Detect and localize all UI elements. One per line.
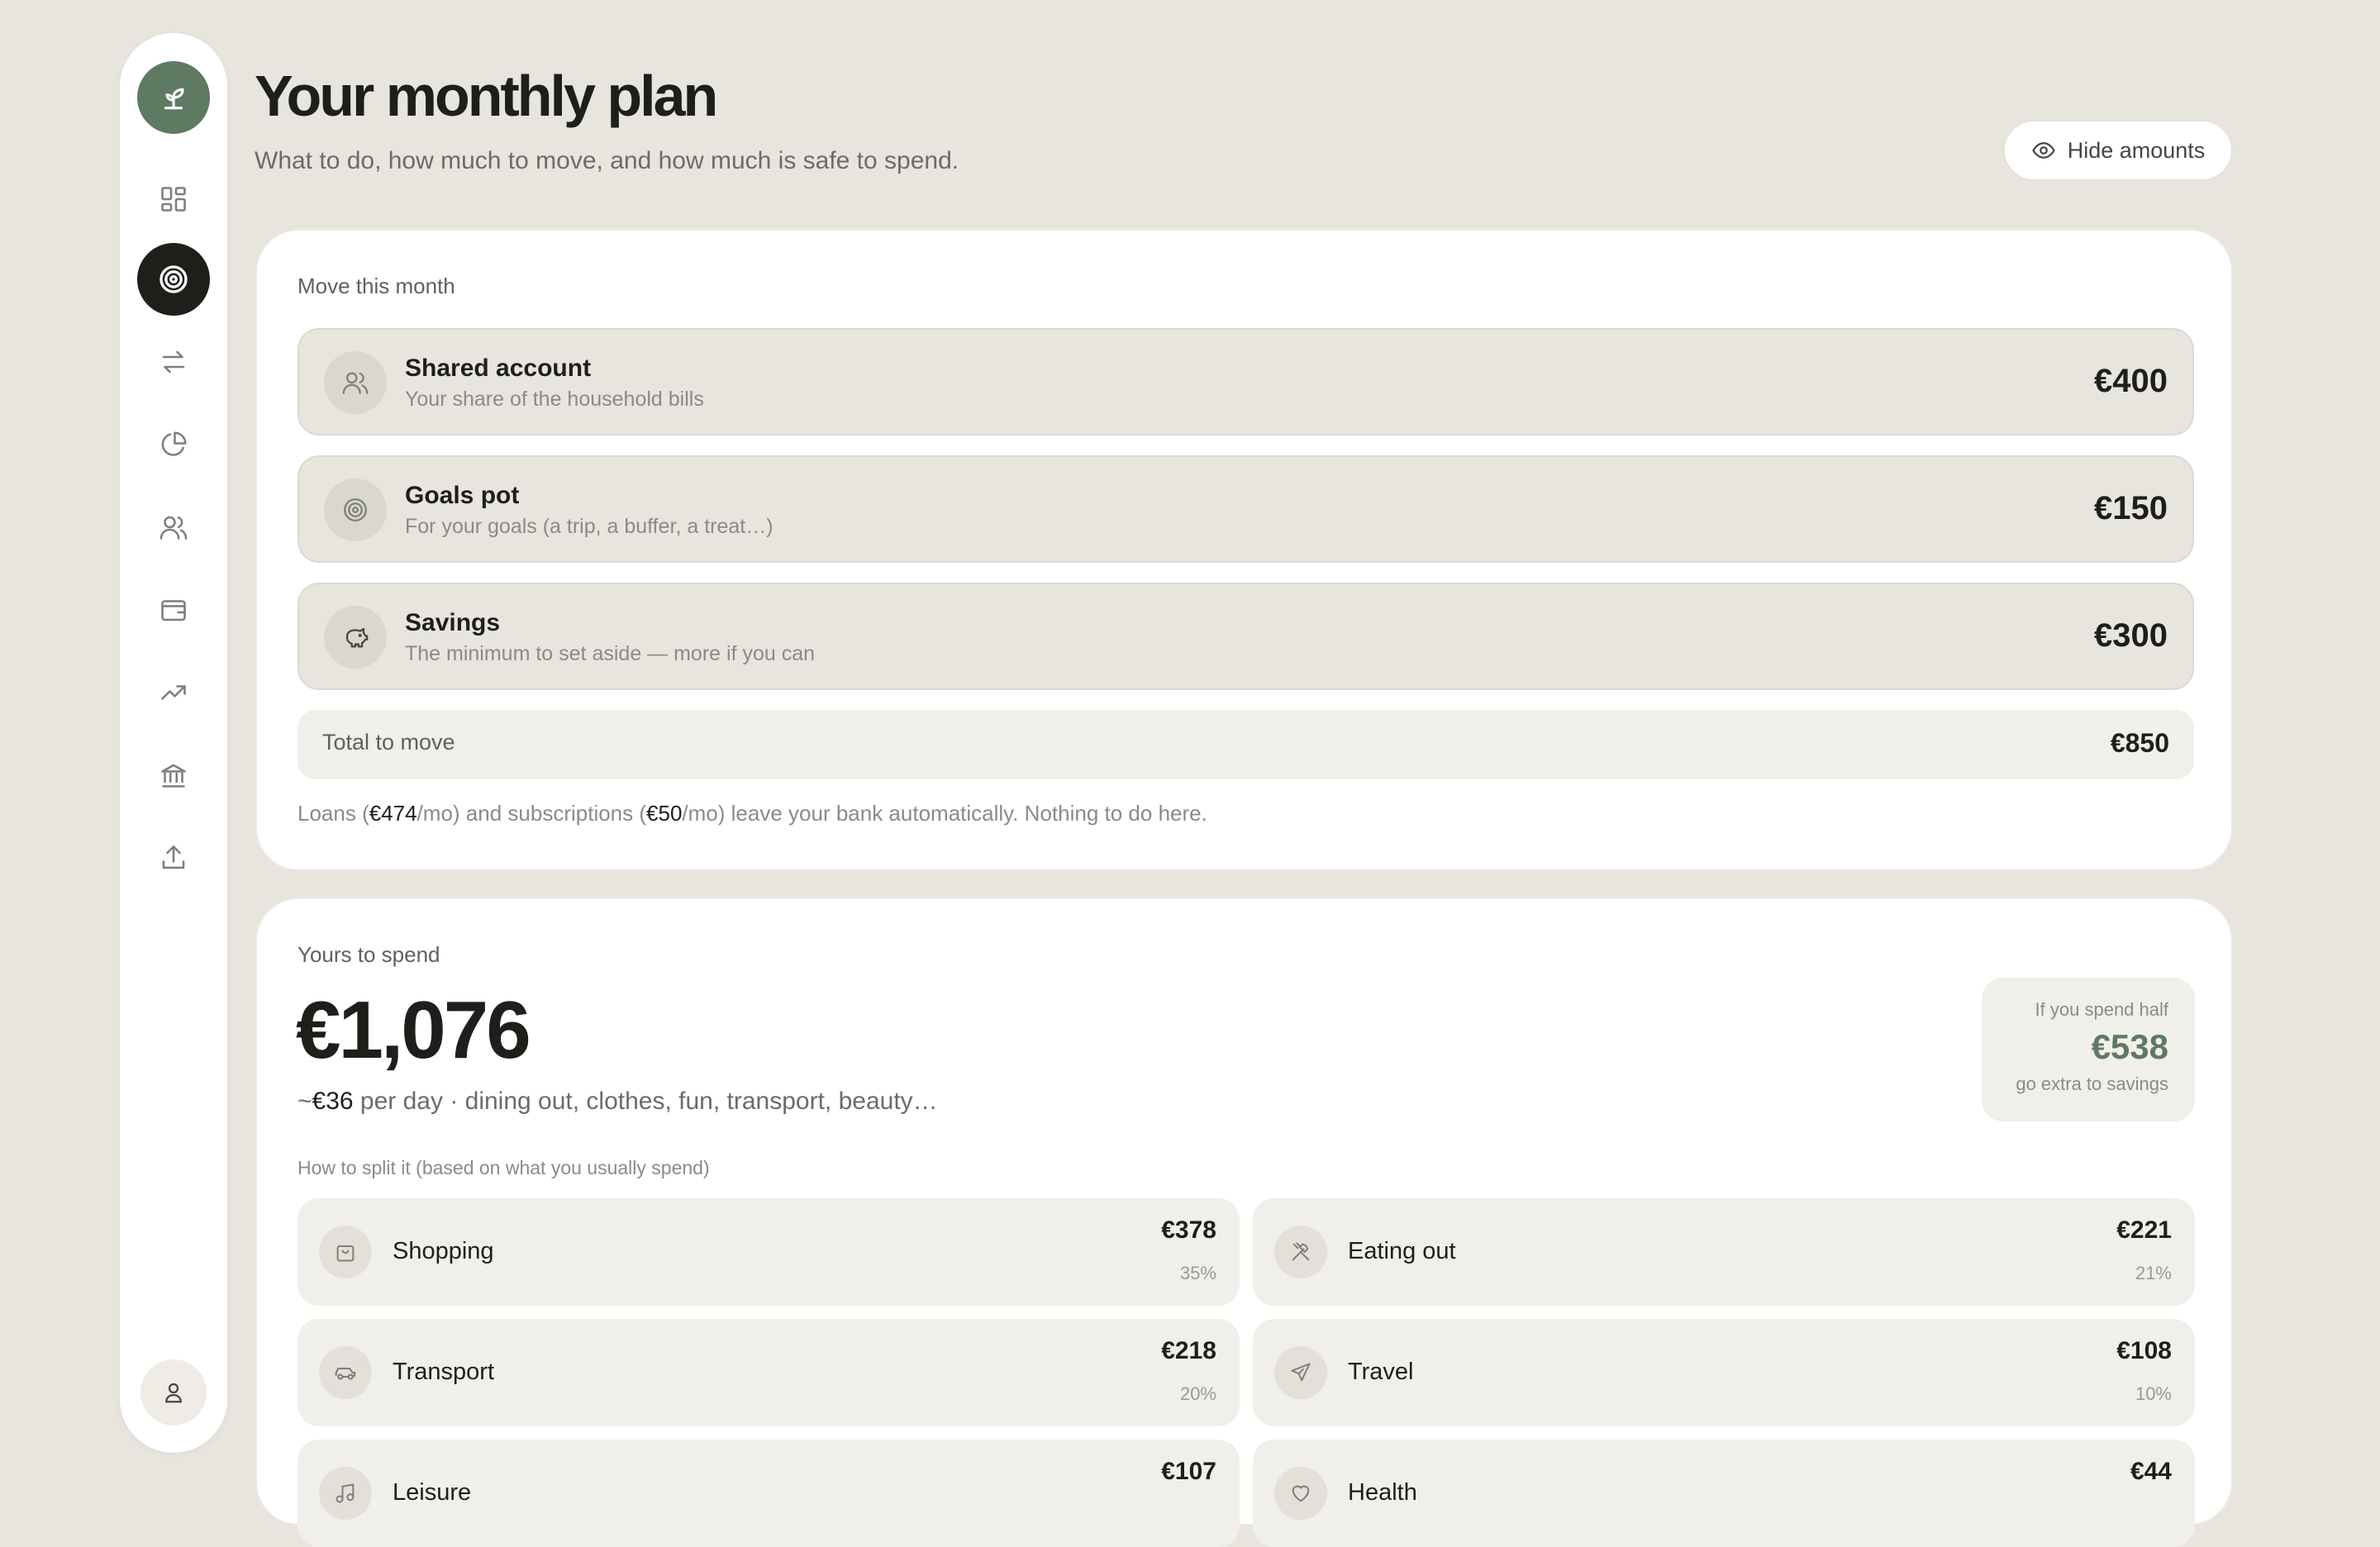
utensils-icon [1292,1242,1310,1261]
split-label: How to split it (based on what you usual… [298,1157,710,1178]
category-travel[interactable]: Travel €108 10% [1253,1319,2195,1426]
category-eating-out[interactable]: Eating out €221 21% [1253,1198,2195,1306]
transfer-arrows-icon [162,350,185,374]
half-label: If you spend half [2035,999,2168,1020]
category-amount: €44 [2130,1458,2172,1485]
yours-to-spend-card: Yours to spend €1,076 ~€36 per day · din… [255,897,2233,1547]
users-icon [159,516,188,540]
category-name: Eating out [1348,1238,1456,1264]
category-amount: €107 [1161,1458,1216,1485]
user-icon [165,1383,182,1403]
category-percent: 20% [1179,1383,1216,1404]
category-name: Leisure [393,1479,472,1506]
move-row-goals-pot[interactable]: Goals pot For your goals (a trip, a buff… [298,455,2194,563]
target-icon [159,265,188,293]
page-subtitle: What to do, how much to move, and how mu… [255,147,959,174]
row-title: Shared account [405,355,592,382]
heart-icon [1292,1485,1310,1502]
sidebar-item-plan[interactable] [137,243,210,316]
piggy-bank-icon [345,627,369,648]
sidebar-item-trends[interactable] [137,656,210,729]
sidebar-item-banks[interactable] [137,739,210,812]
page-title: Your monthly plan [255,64,718,128]
move-row-shared-account[interactable]: Shared account Your share of the househo… [298,328,2194,436]
category-amount: €108 [2116,1337,2172,1364]
category-name: Travel [1348,1359,1414,1385]
bank-icon [161,764,186,788]
category-health[interactable]: Health €44 [1253,1440,2195,1547]
category-amount: €378 [1161,1216,1216,1244]
sidebar-item-household[interactable] [137,491,210,564]
category-leisure[interactable]: Leisure €107 [298,1440,1240,1547]
move-this-month-card: Move this month Shared account Your shar… [255,229,2233,871]
row-description: For your goals (a trip, a buffer, a trea… [405,515,774,538]
spend-card-label: Yours to spend [298,942,440,967]
spend-total: €1,076 [296,984,531,1075]
row-description: The minimum to set aside — more if you c… [405,642,816,665]
row-title: Savings [405,609,501,636]
sidebar-item-transfers[interactable] [137,326,210,398]
category-percent: 10% [2135,1383,2172,1404]
profile-button[interactable] [140,1359,207,1426]
wallet-icon [161,600,186,621]
car-icon [335,1367,356,1380]
app-logo[interactable] [137,61,210,134]
subscriptions-amount: €50 [646,801,683,826]
category-amount: €221 [2116,1216,2172,1244]
upload-icon [162,845,185,869]
total-to-move-row: Total to move €850 [298,710,2194,779]
move-row-savings[interactable]: Savings The minimum to set aside — more … [298,583,2194,690]
row-amount: €150 [2094,490,2168,526]
sprout-icon [164,88,184,110]
half-value: €538 [2091,1027,2168,1066]
category-amount: €218 [1161,1337,1216,1364]
eye-icon [2031,142,2055,159]
hide-amounts-button[interactable]: Hide amounts [2003,120,2233,181]
music-icon [336,1483,355,1503]
row-description: Your share of the household bills [405,388,704,411]
automatic-payments-note: Loans (€474/mo) and subscriptions (€50/m… [298,801,1207,826]
per-day-text: ~€36 per day · dining out, clothes, fun,… [298,1088,938,1115]
row-title: Goals pot [405,482,520,509]
plane-icon [1291,1363,1311,1382]
category-name: Health [1348,1479,1417,1506]
sidebar-item-import[interactable] [137,821,210,894]
loans-amount: €474 [369,801,417,826]
sidebar [120,33,227,1453]
row-amount: €300 [2094,617,2168,654]
category-shopping[interactable]: Shopping €378 35% [298,1198,1240,1306]
spend-half-box: If you spend half €538 go extra to savin… [1982,978,2195,1121]
sidebar-item-budget[interactable] [137,408,210,481]
users-icon [342,372,369,394]
row-amount: €400 [2094,363,2168,399]
hide-amounts-label: Hide amounts [2067,137,2206,163]
total-label: Total to move [322,730,455,754]
category-transport[interactable]: Transport €218 20% [298,1319,1240,1426]
per-day-amount: €36 [312,1088,354,1115]
sidebar-item-accounts[interactable] [137,574,210,646]
trending-up-icon [161,685,186,700]
sidebar-item-dashboard[interactable] [137,163,210,236]
total-value: €850 [2110,728,2169,758]
target-icon [344,498,367,521]
category-name: Transport [393,1359,495,1385]
pie-chart-icon [161,431,187,456]
move-card-label: Move this month [298,274,455,298]
category-percent: 21% [2135,1263,2172,1283]
shopping-bag-icon [336,1245,355,1262]
category-percent: 35% [1179,1263,1216,1283]
category-name: Shopping [393,1238,494,1264]
dashboard-grid-icon [161,187,186,212]
half-note: go extra to savings [2016,1073,2168,1094]
